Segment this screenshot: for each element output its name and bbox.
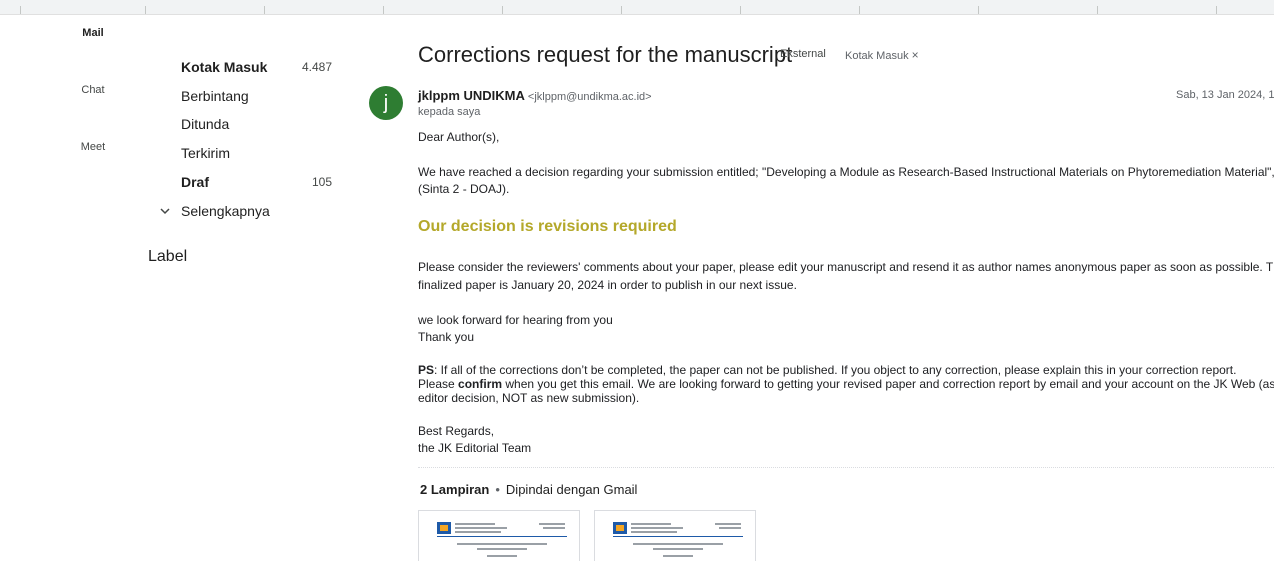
folder-drafts[interactable]: Draf 105	[150, 171, 340, 193]
email-signoff: Best Regards,	[418, 424, 495, 438]
attachments-heading: 2 Lampiran • Dipindai dengan Gmail	[420, 482, 637, 497]
tab-divider	[978, 6, 979, 14]
attachments-count: 2 Lampiran	[420, 482, 490, 497]
tab-divider	[20, 6, 21, 14]
doc-text-line	[631, 531, 677, 533]
doc-text-line	[487, 555, 517, 557]
tab-divider	[740, 6, 741, 14]
confirm-word: confirm	[458, 377, 503, 391]
doc-header-rule	[437, 536, 567, 537]
email-subject: Corrections request for the manuscript	[418, 42, 793, 67]
sender-email: <jklppm@undikma.ac.id>	[527, 91, 652, 103]
tab-divider	[145, 6, 146, 14]
chevron-down-icon	[150, 204, 180, 218]
external-badge: Eksternal	[780, 48, 826, 60]
email-paragraph: We have reached a decision regarding you…	[418, 165, 1274, 179]
journal-logo-icon	[613, 522, 627, 534]
email-paragraph: Thank you	[418, 330, 475, 344]
recipient-summary[interactable]: kepada saya	[418, 106, 480, 118]
journal-logo-icon	[437, 522, 451, 534]
doc-text-line	[633, 543, 723, 545]
attachments-scan-note: Dipindai dengan Gmail	[505, 482, 638, 497]
remove-label-icon[interactable]: ×	[912, 48, 919, 62]
folder-more[interactable]: Selengkapnya	[150, 200, 340, 222]
doc-text-line	[539, 523, 565, 525]
folder-label: Berbintang	[181, 88, 249, 104]
doc-header-rule	[613, 536, 743, 537]
doc-text-line	[455, 527, 507, 529]
gmail-page: Mail Chat Meet Kotak Masuk 4.487 Berbint…	[0, 0, 1274, 561]
doc-text-line	[653, 548, 703, 550]
email-paragraph: editor decision, NOT as new submission).	[418, 391, 640, 405]
folder-snoozed[interactable]: Ditunda	[150, 113, 340, 135]
confirm-post: when you get this email. We are looking …	[502, 377, 1274, 391]
inbox-label-text: Kotak Masuk	[845, 50, 909, 62]
labels-heading: Label	[148, 248, 188, 265]
ps-label: PS	[418, 363, 435, 377]
folder-count: 105	[311, 175, 332, 189]
separator-dot: •	[495, 482, 500, 497]
folder-starred[interactable]: Berbintang	[150, 85, 340, 107]
tab-divider	[1216, 6, 1217, 14]
doc-text-line	[663, 555, 693, 557]
folder-label: Selengkapnya	[181, 203, 270, 219]
doc-text-line	[455, 523, 495, 525]
email-date: Sab, 13 Jan 2024, 1:	[1176, 89, 1274, 101]
sender-avatar[interactable]: j	[369, 86, 403, 120]
doc-text-line	[631, 527, 683, 529]
tab-divider	[264, 6, 265, 14]
folder-count: 4.487	[301, 60, 332, 74]
avatar-letter: j	[383, 91, 389, 114]
folder-inbox[interactable]: Kotak Masuk 4.487	[150, 56, 340, 78]
email-signature: the JK Editorial Team	[418, 441, 532, 455]
email-greeting: Dear Author(s),	[418, 130, 500, 144]
doc-text-line	[719, 527, 741, 529]
tab-divider	[1097, 6, 1098, 14]
tab-divider	[859, 6, 860, 14]
inbox-label-chip[interactable]: Kotak Masuk ×	[845, 48, 919, 62]
browser-tab-strip	[0, 0, 1274, 15]
doc-text-line	[543, 527, 565, 529]
doc-text-line	[455, 531, 501, 533]
email-paragraph: (Sinta 2 - DOAJ).	[418, 182, 510, 196]
folder-label: Terkirim	[181, 145, 230, 161]
tab-divider	[383, 6, 384, 14]
rail-mail[interactable]: Mail	[60, 27, 126, 39]
sender-line: jklppm UNDIKMA <jklppm@undikma.ac.id>	[418, 88, 652, 103]
doc-text-line	[477, 548, 527, 550]
folder-label: Draf	[181, 174, 210, 190]
doc-text-line	[631, 523, 671, 525]
ps-text: : If all of the corrections don’t be com…	[434, 363, 1237, 377]
email-paragraph: we look forward for hearing from you	[418, 313, 613, 327]
tab-divider	[502, 6, 503, 14]
folder-sent[interactable]: Terkirim	[150, 142, 340, 164]
attachment-thumbnail[interactable]	[594, 510, 756, 561]
folder-label: Kotak Masuk	[181, 59, 268, 75]
doc-text-line	[457, 543, 547, 545]
decision-heading: Our decision is revisions required	[418, 218, 677, 235]
folder-label: Ditunda	[181, 116, 230, 132]
rail-meet[interactable]: Meet	[60, 141, 126, 153]
sender-name[interactable]: jklppm UNDIKMA	[418, 88, 525, 103]
email-paragraph: finalized paper is January 20, 2024 in o…	[418, 278, 797, 292]
rail-chat[interactable]: Chat	[60, 84, 126, 96]
attachment-thumbnail[interactable]	[418, 510, 580, 561]
email-paragraph: Please consider the reviewers' comments …	[418, 260, 1274, 274]
confirm-pre: Please	[418, 377, 459, 391]
attachments-divider	[418, 467, 1274, 468]
tab-divider	[621, 6, 622, 14]
doc-text-line	[715, 523, 741, 525]
